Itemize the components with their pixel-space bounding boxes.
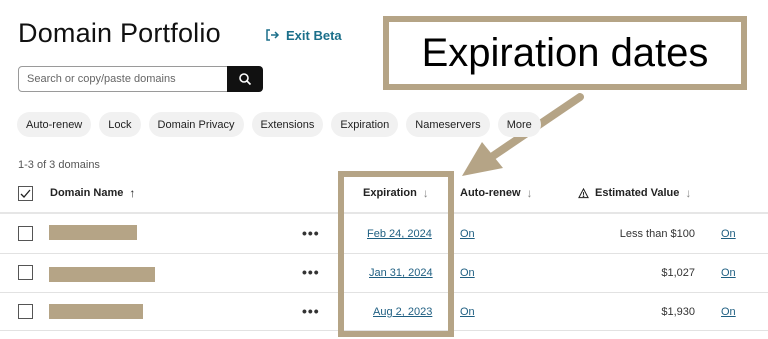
column-header-value-label: Estimated Value [595, 187, 680, 199]
filter-chip-lock[interactable]: Lock [99, 112, 141, 137]
select-all-checkbox[interactable] [18, 186, 33, 201]
row-divider [0, 330, 768, 331]
estimated-value: $1,930 [661, 306, 695, 318]
result-count: 1-3 of 3 domains [18, 159, 100, 171]
sort-down-icon: ↓ [422, 186, 429, 200]
redacted-domain-name [49, 267, 155, 282]
row-checkbox[interactable] [18, 265, 33, 280]
expiration-date-link[interactable]: Jan 31, 2024 [369, 267, 433, 279]
more-actions-button[interactable]: ••• [302, 264, 320, 280]
redacted-domain-name [49, 225, 137, 240]
more-actions-button[interactable]: ••• [302, 303, 320, 319]
row-checkbox[interactable] [18, 304, 33, 319]
search-button[interactable] [227, 66, 263, 92]
column-header-expiration-label: Expiration [363, 187, 417, 199]
search-bar [18, 66, 263, 92]
search-input[interactable] [18, 66, 228, 92]
row-divider [0, 292, 768, 293]
expiration-date-link[interactable]: Feb 24, 2024 [367, 228, 432, 240]
column-header-value[interactable]: Estimated Value ↓ [578, 186, 691, 200]
filter-chip-auto-renew[interactable]: Auto-renew [17, 112, 92, 137]
row-checkbox[interactable] [18, 226, 33, 241]
column-header-autorenew-label: Auto-renew [460, 187, 521, 199]
estimated-value: $1,027 [661, 267, 695, 279]
autorenew-link[interactable]: On [460, 228, 475, 240]
filter-chip-domain-privacy[interactable]: Domain Privacy [148, 112, 244, 137]
row-divider [0, 253, 768, 254]
header-divider [0, 212, 768, 214]
exit-icon [266, 29, 280, 41]
column-header-domain[interactable]: Domain Name ↑ [50, 186, 135, 200]
column-header-domain-label: Domain Name [50, 187, 124, 199]
annotation-callout: Expiration dates [383, 16, 747, 90]
warning-icon [578, 187, 589, 198]
filter-chips: Auto-renew Lock Domain Privacy Extension… [17, 112, 541, 137]
expiration-date-link[interactable]: Aug 2, 2023 [373, 306, 432, 318]
check-icon [20, 189, 31, 198]
column-header-autorenew[interactable]: Auto-renew ↓ [460, 186, 533, 200]
page-title: Domain Portfolio [18, 18, 221, 48]
autorenew-link[interactable]: On [460, 306, 475, 318]
sort-up-icon: ↑ [129, 186, 136, 200]
autorenew-link[interactable]: On [460, 267, 475, 279]
value-status-link[interactable]: On [721, 267, 736, 279]
filter-chip-more[interactable]: More [497, 112, 541, 137]
filter-chip-extensions[interactable]: Extensions [251, 112, 324, 137]
estimated-value: Less than $100 [619, 228, 695, 240]
sort-down-icon: ↓ [526, 186, 533, 200]
exit-beta-link[interactable]: Exit Beta [264, 27, 342, 43]
sort-down-icon: ↓ [685, 186, 692, 200]
filter-chip-expiration[interactable]: Expiration [331, 112, 399, 137]
value-status-link[interactable]: On [721, 306, 736, 318]
more-actions-button[interactable]: ••• [302, 225, 320, 241]
exit-beta-label: Exit Beta [286, 27, 342, 43]
redacted-domain-name [49, 304, 143, 319]
annotation-callout-text: Expiration dates [421, 30, 709, 75]
filter-chip-nameservers[interactable]: Nameservers [406, 112, 490, 137]
search-icon [239, 73, 252, 86]
value-status-link[interactable]: On [721, 228, 736, 240]
column-header-expiration[interactable]: Expiration ↓ [363, 186, 429, 200]
